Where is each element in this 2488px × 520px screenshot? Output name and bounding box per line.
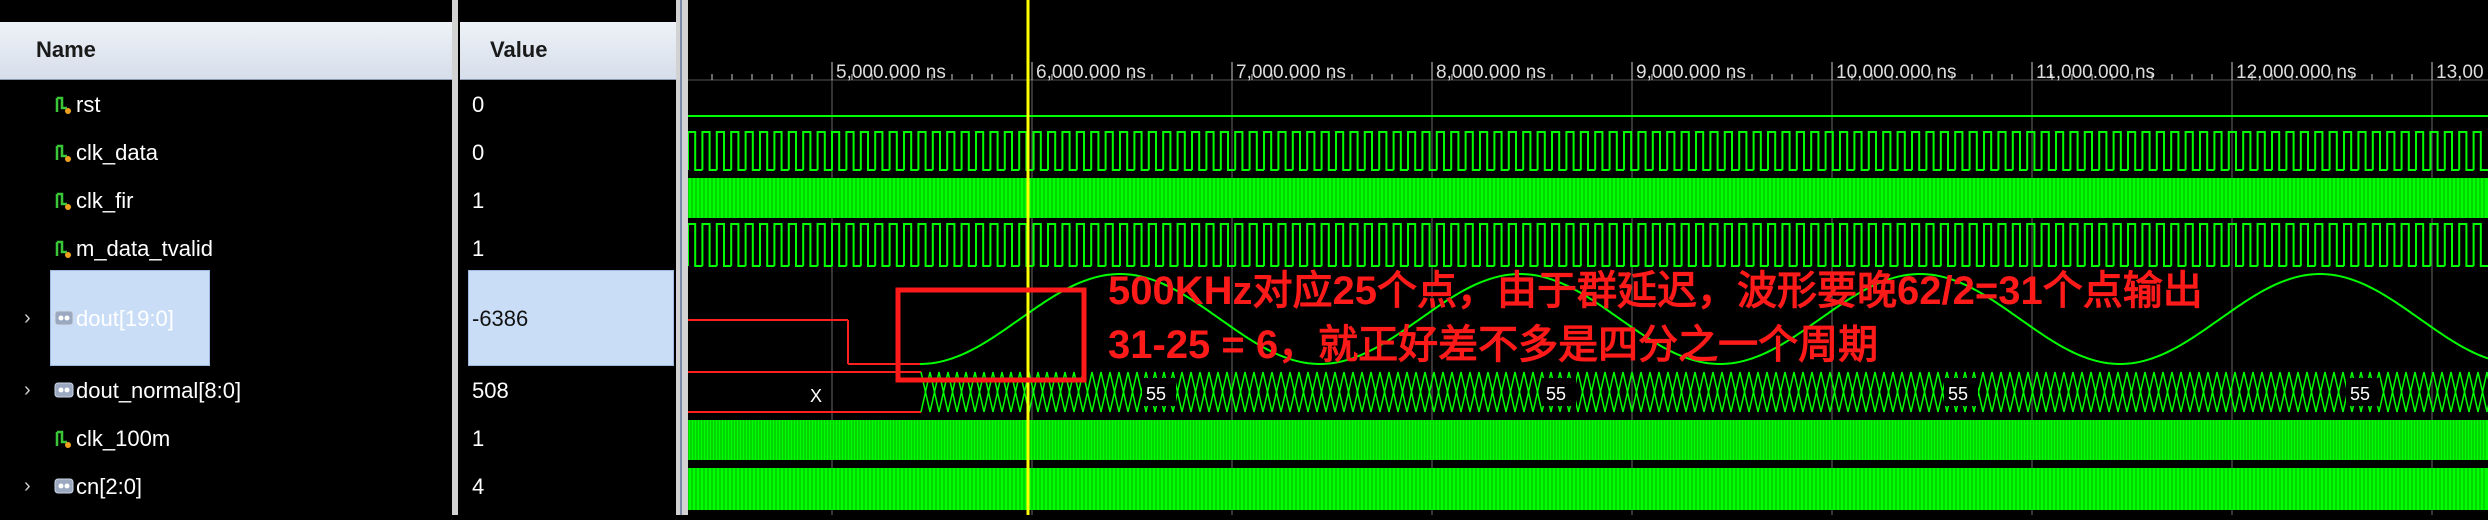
signal-value: 1 bbox=[472, 188, 485, 213]
ruler-label: 9,000.000 ns bbox=[1636, 62, 1746, 83]
annotation-line-2: 31-25 = 6，就正好差不多是四分之一个周期 bbox=[1108, 323, 1879, 367]
ruler-label: 11,000.000 ns bbox=[2036, 62, 2155, 83]
signal-name: m_data_tvalid bbox=[76, 236, 213, 261]
bus-signal-icon bbox=[54, 380, 74, 400]
clk-data-wave bbox=[687, 131, 2488, 171]
value-column-label: Value bbox=[490, 37, 548, 62]
signal-row[interactable]: m_data_tvalid bbox=[0, 224, 458, 272]
ruler-label: 5,000.000 ns bbox=[836, 62, 946, 83]
bus-signal-icon bbox=[54, 308, 74, 328]
signal-row[interactable]: clk_fir bbox=[0, 176, 458, 224]
expand-chevron-icon[interactable]: › bbox=[24, 307, 38, 329]
signal-value: 1 bbox=[472, 426, 485, 451]
signal-row[interactable]: › cn[2:0] bbox=[0, 462, 458, 510]
signal-value-cell[interactable]: 1 bbox=[470, 414, 670, 462]
ruler-label: 8,000.000 ns bbox=[1436, 62, 1546, 83]
dout-normal-value-label: 55 bbox=[2350, 384, 2370, 404]
signal-value: 0 bbox=[472, 92, 485, 117]
logic-signal-icon bbox=[54, 142, 72, 162]
expand-chevron-icon[interactable]: › bbox=[24, 475, 38, 497]
signal-value-cell[interactable]: 0 bbox=[470, 80, 670, 128]
signal-name: rst bbox=[76, 92, 101, 117]
value-wave-splitter[interactable] bbox=[676, 0, 688, 515]
signal-name: cn[2:0] bbox=[76, 474, 143, 499]
logic-signal-icon bbox=[54, 94, 72, 114]
signal-name: clk_data bbox=[76, 140, 158, 165]
signal-value-cell[interactable]: 4 bbox=[470, 462, 670, 510]
annotation-line-1: 500KHz对应25个点，由于群延迟，波形要晚62/2=31个点输出 bbox=[1108, 269, 2203, 313]
ruler-label: 13,00 bbox=[2436, 62, 2484, 83]
signal-name: clk_fir bbox=[76, 188, 134, 213]
signal-value-cell[interactable]: 1 bbox=[470, 224, 670, 272]
ruler-label: 6,000.000 ns bbox=[1036, 62, 1146, 83]
name-column-header[interactable]: Name bbox=[0, 22, 452, 80]
bus-signal-icon bbox=[54, 476, 74, 496]
value-column-header[interactable]: Value bbox=[460, 22, 678, 80]
signal-value: 4 bbox=[472, 474, 485, 499]
name-column-label: Name bbox=[36, 37, 96, 62]
signal-value: 508 bbox=[472, 378, 509, 403]
dout-normal-value-label: 55 bbox=[1146, 384, 1166, 404]
signal-value-cell[interactable]: -6386 bbox=[470, 270, 670, 366]
signal-row[interactable]: rst bbox=[0, 80, 458, 128]
name-pane: Name rst clk_data clk_fir m_data_tvalid › dou… bbox=[0, 0, 458, 515]
signal-value-cell[interactable]: 0 bbox=[470, 128, 670, 176]
ruler-label: 7,000.000 ns bbox=[1236, 62, 1346, 83]
signal-row[interactable]: clk_data bbox=[0, 128, 458, 176]
signal-row[interactable]: clk_100m bbox=[0, 414, 458, 462]
dout-normal-unknown-label: X bbox=[810, 386, 822, 406]
signal-row[interactable]: › dout[19:0] bbox=[0, 270, 458, 366]
logic-signal-icon bbox=[54, 428, 72, 448]
signal-value: 0 bbox=[472, 140, 485, 165]
dout-normal-value-label: 55 bbox=[1948, 384, 1968, 404]
signal-value: 1 bbox=[472, 236, 485, 261]
ruler-label: 10,000.000 ns bbox=[1836, 62, 1956, 83]
signal-name: clk_100m bbox=[76, 426, 171, 451]
logic-signal-icon bbox=[54, 190, 72, 210]
signal-value-cell[interactable]: 508 bbox=[470, 366, 670, 414]
dout-normal-value-label: 55 bbox=[1546, 384, 1566, 404]
annotation-box bbox=[895, 287, 1087, 383]
expand-chevron-icon[interactable]: › bbox=[24, 379, 38, 401]
ruler-label: 12,000.000 ns bbox=[2236, 62, 2356, 83]
signal-name: dout[19:0] bbox=[76, 306, 174, 331]
logic-signal-icon bbox=[54, 238, 72, 258]
signal-row[interactable]: › dout_normal[8:0] bbox=[0, 366, 458, 414]
signal-value-cell[interactable]: 1 bbox=[470, 176, 670, 224]
signal-name: dout_normal[8:0] bbox=[76, 378, 242, 403]
signal-value: -6386 bbox=[472, 306, 529, 331]
